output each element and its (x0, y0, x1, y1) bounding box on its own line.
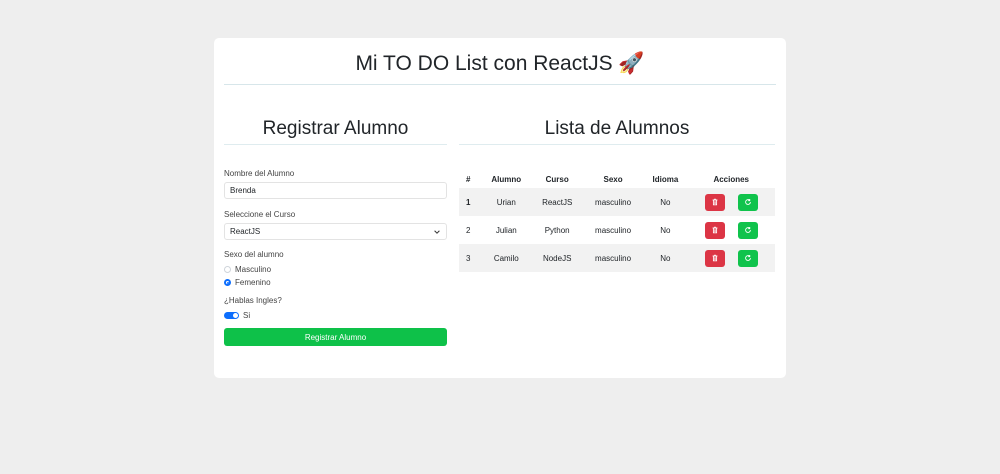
delete-button[interactable] (704, 221, 725, 239)
cell-alumno: Urian (481, 188, 532, 216)
refresh-icon (744, 199, 751, 205)
column-header-curso: Curso (545, 174, 569, 184)
cell-sexo: masculino (582, 188, 644, 216)
english-label: ¿Hablas Ingles? (224, 296, 282, 305)
column-header-acciones: Acciones (713, 174, 750, 184)
radio-masculino-label: Masculino (235, 265, 272, 274)
cell-curso: NodeJS (531, 244, 583, 272)
column-header-num: # (466, 174, 471, 184)
trash-icon (712, 198, 718, 206)
row-number: 2 (466, 225, 471, 235)
english-toggle-row[interactable]: Si (224, 311, 250, 320)
trash-icon (712, 226, 718, 234)
sex-label: Sexo del alumno (224, 250, 284, 259)
list-title: Lista de Alumnos (544, 118, 690, 139)
cell-acciones (687, 216, 775, 244)
cell-idioma: No (643, 188, 688, 216)
cell-sexo: masculino (582, 244, 644, 272)
cell-acciones (687, 244, 775, 272)
form-title: Registrar Alumno (262, 118, 409, 139)
table-row: 3 Camilo NodeJS masculino No (459, 244, 775, 272)
course-label: Seleccione el Curso (224, 210, 296, 219)
table-row: 2 Julian Python masculino No (459, 216, 775, 244)
refresh-icon (744, 227, 751, 233)
update-button[interactable] (737, 221, 758, 239)
trash-icon (712, 254, 718, 262)
course-select[interactable]: ReactJS (224, 223, 447, 240)
title-divider (224, 84, 776, 85)
table-header-row: # Alumno Curso Sexo Idioma Acciones (459, 170, 775, 188)
english-toggle-switch[interactable] (224, 312, 239, 319)
english-toggle-label: Si (243, 311, 251, 320)
delete-button[interactable] (704, 249, 725, 267)
name-input[interactable] (224, 182, 447, 199)
cell-curso: Python (544, 225, 570, 235)
radio-masculino[interactable]: Masculino (224, 265, 271, 274)
column-header-idioma: Idioma (652, 174, 679, 184)
app-title: Mi TO DO List con ReactJS 🚀 (355, 52, 645, 75)
main-card: Mi TO DO List con ReactJS 🚀 Registrar Al… (214, 38, 786, 378)
column-header-alumno: Alumno (491, 174, 522, 184)
cell-idioma: No (660, 225, 671, 235)
radio-femenino-label: Femenino (235, 278, 271, 287)
cell-idioma: No (643, 244, 688, 272)
name-label: Nombre del Alumno (224, 169, 295, 178)
course-select-value: ReactJS (230, 227, 261, 236)
column-header-sexo: Sexo (603, 174, 623, 184)
chevron-down-icon (434, 229, 440, 234)
table-row: 1 Urian ReactJS masculino No (459, 188, 775, 216)
cell-alumno: Camilo (481, 244, 532, 272)
delete-button[interactable] (704, 193, 725, 211)
cell-curso: ReactJS (531, 188, 583, 216)
refresh-icon (744, 255, 751, 261)
register-button[interactable]: Registrar Alumno (224, 328, 447, 346)
form-title-divider (224, 144, 447, 145)
radio-masculino-indicator[interactable] (224, 266, 231, 273)
students-table: # Alumno Curso Sexo Idioma Acciones 1 Ur… (459, 170, 775, 272)
radio-femenino-indicator[interactable] (224, 279, 231, 286)
update-button[interactable] (737, 249, 758, 267)
cell-sexo: masculino (595, 225, 632, 235)
radio-femenino[interactable]: Femenino (224, 278, 271, 287)
update-button[interactable] (737, 193, 758, 211)
row-number: 1 (459, 188, 481, 216)
list-title-divider (459, 144, 775, 145)
row-number: 3 (459, 244, 481, 272)
cell-acciones (687, 188, 775, 216)
cell-alumno: Julian (495, 225, 517, 235)
